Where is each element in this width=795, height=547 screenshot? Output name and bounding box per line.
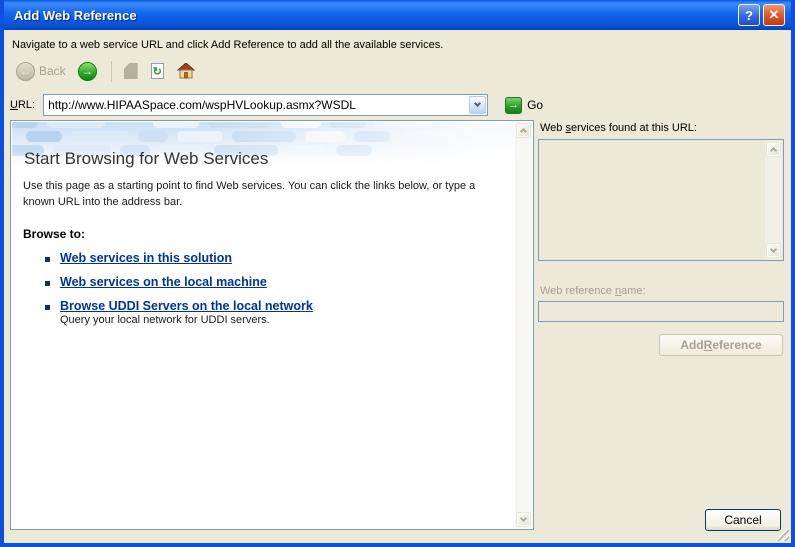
url-combobox xyxy=(43,94,489,116)
panel-body: Use this page as a starting point to fin… xyxy=(23,179,505,326)
url-input[interactable] xyxy=(44,95,488,115)
close-button[interactable]: ✕ xyxy=(763,4,785,26)
refresh-icon: ↻ xyxy=(150,63,164,79)
add-reference-button[interactable]: Add Reference xyxy=(659,334,783,356)
add-reference-label-pre: Add xyxy=(680,338,704,352)
home-icon xyxy=(176,63,195,79)
services-found-label: Web services found at this URL: xyxy=(540,122,784,134)
dialog-description: Navigate to a web service URL and click … xyxy=(12,39,444,51)
bullet-icon xyxy=(45,304,50,310)
back-icon: ← xyxy=(16,61,35,81)
titlebar: Add Web Reference ? ✕ xyxy=(4,0,791,30)
help-button[interactable]: ? xyxy=(738,4,760,26)
scroll-up-button[interactable] xyxy=(516,123,531,138)
name-label-pre: Web reference xyxy=(540,285,616,297)
main-scrollbar[interactable] xyxy=(515,122,532,528)
listbox-scrollbar[interactable] xyxy=(765,141,782,259)
go-button[interactable]: → Go xyxy=(505,96,544,114)
close-icon: ✕ xyxy=(768,7,780,22)
list-item: Web services on the local machine xyxy=(23,275,505,289)
chevron-down-icon xyxy=(474,99,482,108)
cancel-button-label: Cancel xyxy=(724,513,762,527)
services-listbox[interactable] xyxy=(538,139,784,261)
name-label-post: ame: xyxy=(621,285,646,297)
scroll-down-icon xyxy=(519,514,528,523)
results-panel: Web services found at this URL: Web refe… xyxy=(538,120,784,356)
list-item: Web services in this solution xyxy=(23,251,505,265)
refresh-button[interactable]: ↻ xyxy=(149,61,166,81)
stop-icon xyxy=(123,63,138,79)
link-note: Query your local network for UDDI server… xyxy=(60,313,270,326)
browse-to-label: Browse to: xyxy=(23,226,86,241)
banner: Start Browsing for Web Services xyxy=(12,122,515,172)
scroll-up-icon xyxy=(519,127,528,136)
home-button[interactable] xyxy=(175,61,197,81)
go-icon: → xyxy=(505,96,523,114)
web-reference-name-label: Web reference name: xyxy=(540,285,784,297)
page-title: Start Browsing for Web Services xyxy=(24,149,269,168)
link-browse-uddi-servers[interactable]: Browse UDDI Servers on the local network xyxy=(60,299,313,313)
bullet-icon xyxy=(45,280,50,286)
toolbar-separator xyxy=(110,60,112,82)
forward-button[interactable]: → xyxy=(76,60,99,83)
services-found-label-post: ervices found at this URL: xyxy=(570,122,697,134)
add-web-reference-dialog: Add Web Reference ? ✕ Navigate to a web … xyxy=(0,0,795,547)
bullet-icon xyxy=(45,256,50,262)
url-label-post: RL: xyxy=(17,99,36,111)
cancel-button[interactable]: Cancel xyxy=(705,509,781,531)
scroll-up-icon xyxy=(769,146,778,155)
back-button[interactable]: ← Back xyxy=(14,60,68,83)
link-list: Web services in this solution Web servic… xyxy=(23,251,505,326)
add-reference-label-post: eference xyxy=(712,338,762,352)
browser-content-panel: Start Browsing for Web Services Use this… xyxy=(10,120,534,530)
forward-icon: → xyxy=(77,61,97,81)
dialog-content: Navigate to a web service URL and click … xyxy=(4,30,791,543)
scroll-down-button[interactable] xyxy=(516,512,531,527)
titlebar-buttons: ? ✕ xyxy=(738,4,785,26)
url-row: URL: → Go xyxy=(10,94,543,116)
stop-button[interactable] xyxy=(122,61,140,81)
list-item: Browse UDDI Servers on the local network xyxy=(23,299,505,313)
add-reference-label-key: R xyxy=(703,338,713,352)
web-reference-name-box xyxy=(538,301,784,322)
link-web-services-local-machine[interactable]: Web services on the local machine xyxy=(60,275,267,289)
help-icon: ? xyxy=(745,7,753,23)
url-dropdown-button[interactable] xyxy=(469,96,487,114)
back-button-label: Back xyxy=(39,64,66,78)
url-label-key: U xyxy=(10,99,18,111)
intro-text: Use this page as a starting point to fin… xyxy=(23,180,476,208)
url-label: URL: xyxy=(10,99,35,111)
scroll-down-button[interactable] xyxy=(766,243,781,258)
services-found-label-pre: Web xyxy=(540,122,566,134)
scroll-down-icon xyxy=(769,245,778,254)
go-button-label: Go xyxy=(527,98,544,112)
browser-toolbar: ← Back → ↻ xyxy=(14,58,206,84)
scroll-up-button[interactable] xyxy=(766,142,781,157)
link-web-services-solution[interactable]: Web services in this solution xyxy=(60,251,232,265)
window-title: Add Web Reference xyxy=(14,7,137,23)
web-reference-name-input[interactable] xyxy=(539,302,783,321)
